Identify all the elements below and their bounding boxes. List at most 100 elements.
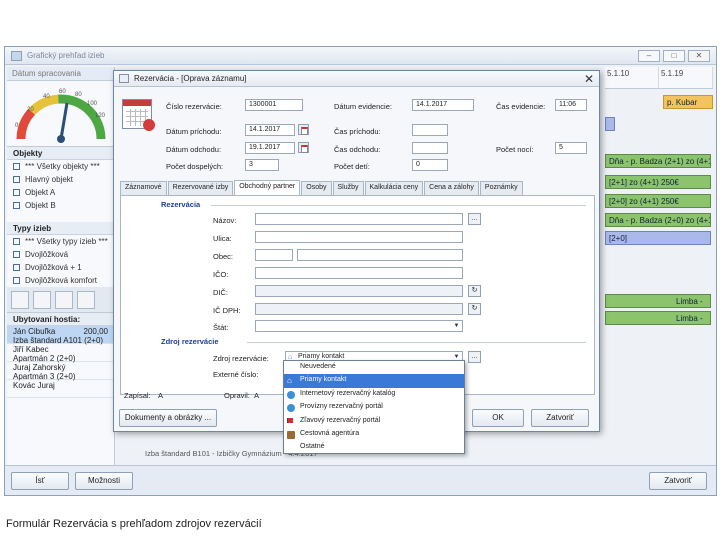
dialog-close-button[interactable]: Zatvoriť <box>531 409 589 427</box>
reservation-bar[interactable] <box>605 117 615 131</box>
source-dropdown-list: Neuvedené ⌂ Priamy kontakt Internetový r… <box>283 360 465 454</box>
documents-button[interactable]: Dokumenty a obrázky ... <box>119 409 217 427</box>
tab-price-deposits[interactable]: Cena a zálohy <box>424 181 479 195</box>
svg-text:120: 120 <box>95 113 106 119</box>
source-option[interactable]: Ostatné <box>284 441 464 454</box>
tab-business-partner[interactable]: Obchodný partner <box>234 180 301 195</box>
occupancy-grid: 5.1.10 5.1.19 p. Kubar Dňa - p. Badza (2… <box>605 67 713 487</box>
room-type-item[interactable]: Dvojlôžková komfort <box>7 274 114 287</box>
ico-field[interactable] <box>255 267 463 279</box>
room-type-item[interactable]: Dvojlôžková + 1 <box>7 261 114 274</box>
tool-icon[interactable] <box>11 291 29 309</box>
reservation-bar[interactable]: Dňa - p. Badza (2+0) zo (4+1) <box>605 213 711 227</box>
zip-field[interactable] <box>255 249 293 261</box>
occupancy-gauge: 20 40 60 80 100 120 0 <box>7 81 114 147</box>
reservation-no-field[interactable]: 1300001 <box>245 99 303 111</box>
object-icon <box>13 176 20 183</box>
street-field[interactable] <box>255 231 463 243</box>
guest-row[interactable]: Kovác Juraj <box>7 380 114 398</box>
children-field[interactable]: 0 <box>412 159 448 171</box>
reservation-bar[interactable]: [2+0] zo (4+1) 250€ <box>605 194 711 208</box>
dic-label: DIČ: <box>213 288 228 297</box>
reservation-bar[interactable]: [2+0] <box>605 231 711 245</box>
ico-label: IČO: <box>213 270 229 279</box>
record-time-label: Čas evidencie: <box>496 102 546 111</box>
vat-field[interactable] <box>255 303 463 315</box>
departure-calendar-button[interactable] <box>298 142 309 153</box>
reservation-bar[interactable]: Limba - <box>605 294 711 308</box>
guest-row[interactable]: Juraj Zahorský Apartmán 3 (2+0) <box>7 362 114 381</box>
record-date-field[interactable]: 14.1.2017 <box>412 99 474 111</box>
dic-field[interactable] <box>255 285 463 297</box>
dialog-icon <box>119 74 129 83</box>
guest-row[interactable]: Jiří Kabec Apartmán 2 (2+0) <box>7 344 114 363</box>
source-label: Zdroj rezervácie: <box>213 354 269 363</box>
tab-records[interactable]: Záznamové <box>120 181 167 195</box>
bed-icon[interactable] <box>55 291 73 309</box>
source-lookup-button[interactable]: … <box>468 351 481 363</box>
arrival-date-field[interactable]: 14.1.2017 <box>245 124 295 136</box>
source-option[interactable]: Provízny rezervačný portál <box>284 401 464 414</box>
guests-icon[interactable] <box>33 291 51 309</box>
reservation-bar[interactable]: Dňa - p. Badza (2+1) zo (4+1) <box>605 154 711 168</box>
vat-verify-icon[interactable]: ↻ <box>468 303 481 315</box>
object-item[interactable]: Objekt A <box>7 186 114 199</box>
globe-icon <box>287 390 295 399</box>
nights-field[interactable]: 5 <box>555 142 587 154</box>
tab-notes[interactable]: Poznámky <box>479 181 523 195</box>
source-option[interactable]: Cestovná agentúra <box>284 428 464 441</box>
ok-button[interactable]: OK <box>472 409 524 427</box>
country-label: Štát: <box>213 323 229 332</box>
processing-date-header: Dátum spracovania <box>7 67 114 81</box>
room-type-item[interactable]: *** Všetky typy izieb *** <box>7 235 114 248</box>
tab-persons[interactable]: Osoby <box>301 181 332 195</box>
group-source-title: Zdroj rezervácie <box>161 337 219 346</box>
flag-icon <box>287 417 293 423</box>
record-date-label: Dátum evidencie: <box>334 102 392 111</box>
reservation-bar[interactable]: p. Kubar <box>663 95 713 109</box>
house-icon: ⌂ <box>287 376 292 386</box>
source-option[interactable]: ⌂ Priamy kontakt <box>284 374 464 388</box>
dialog-close-icon[interactable]: ✕ <box>584 72 594 86</box>
city-field[interactable] <box>297 249 463 261</box>
object-item[interactable]: Hlavný objekt <box>7 173 114 186</box>
object-item[interactable]: Objekt B <box>7 199 114 212</box>
figure-caption: Formulár Rezervácia s prehľadom zdrojov … <box>6 518 262 530</box>
reservation-bar[interactable]: Limba - <box>605 311 711 325</box>
tab-services[interactable]: Služby <box>332 181 364 195</box>
object-icon <box>13 163 20 170</box>
room-type-icon <box>13 264 20 271</box>
departure-time-label: Čas odchodu: <box>334 145 381 154</box>
source-option[interactable]: Neuvedené <box>284 361 464 374</box>
close-main-button[interactable]: Zatvoriť <box>649 472 707 490</box>
objects-header: Objekty <box>7 147 114 160</box>
partner-name-field[interactable] <box>255 213 463 225</box>
recorded-by-value: A <box>158 391 164 400</box>
arrival-time-field[interactable] <box>412 124 448 136</box>
go-button[interactable]: Ísť <box>11 472 69 490</box>
minimize-button[interactable]: – <box>638 50 660 62</box>
departure-time-field[interactable] <box>412 142 448 154</box>
grid-day: 5.1.19 <box>659 67 713 88</box>
tab-reserved-rooms[interactable]: Rezervované izby <box>167 181 234 195</box>
source-option[interactable]: Zľavový rezervačný portál <box>284 415 464 428</box>
guest-row[interactable]: Ján Cibuľka 200,00 Izba štandard A101 (2… <box>7 326 114 345</box>
arrival-calendar-button[interactable] <box>298 124 309 135</box>
source-option[interactable]: Internetový rezervačný katalóg <box>284 388 464 401</box>
room-type-item[interactable]: Dvojlôžková <box>7 248 114 261</box>
globe-icon <box>287 404 295 413</box>
reservation-bar[interactable]: [2+1] zo (4+1) 250€ <box>605 175 711 189</box>
tab-price-calc[interactable]: Kalkulácia ceny <box>364 181 424 195</box>
country-select[interactable]: ▼ <box>255 320 463 332</box>
partner-lookup-button[interactable]: … <box>468 213 481 225</box>
dic-verify-icon[interactable]: ↻ <box>468 285 481 297</box>
options-button[interactable]: Možnosti <box>75 472 133 490</box>
adults-field[interactable]: 3 <box>245 159 279 171</box>
maximize-button[interactable]: □ <box>663 50 685 62</box>
close-window-button[interactable]: ✕ <box>688 50 710 62</box>
list-icon[interactable] <box>77 291 95 309</box>
record-time-field[interactable]: 11:06 <box>555 99 587 111</box>
departure-date-field[interactable]: 19.1.2017 <box>245 142 295 154</box>
dialog-title: Rezervácia - [Oprava záznamu] <box>134 74 247 83</box>
object-item[interactable]: *** Všetky objekty *** <box>7 160 114 173</box>
